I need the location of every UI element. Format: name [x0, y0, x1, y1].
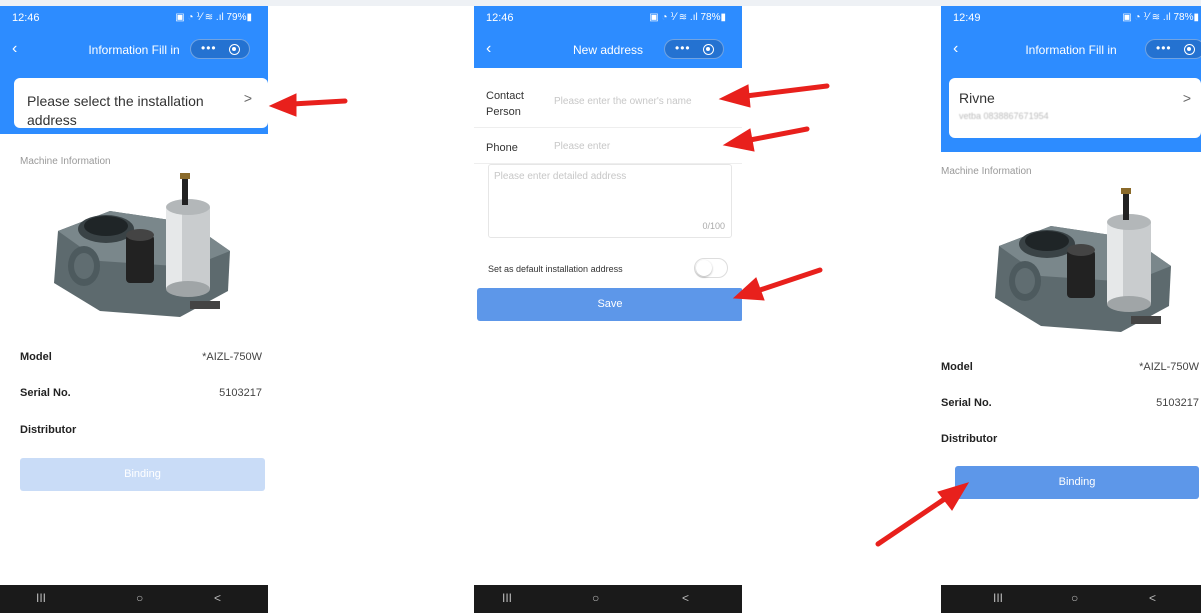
red-arrow-icon — [875, 495, 949, 547]
red-arrow-icon — [268, 93, 297, 117]
red-arrow-icon — [289, 98, 348, 107]
red-arrow-icon — [743, 83, 830, 99]
red-arrow-icon — [718, 84, 751, 108]
red-arrow-icon — [722, 128, 755, 152]
red-arrow-icon — [937, 482, 970, 511]
red-arrow-icon — [757, 267, 823, 293]
red-arrow-icon — [747, 126, 810, 143]
annotation-arrows — [268, 83, 970, 547]
red-arrow-icon — [732, 277, 765, 301]
